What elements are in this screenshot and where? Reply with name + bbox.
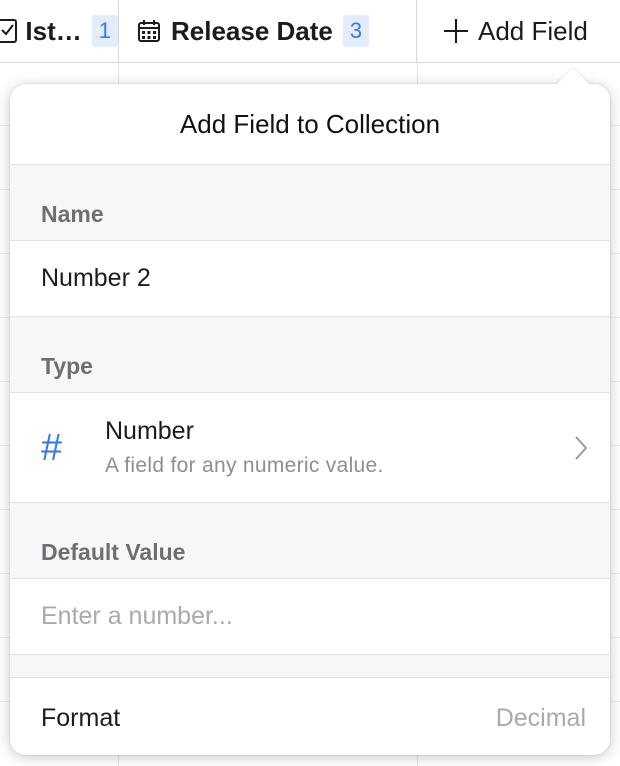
column-header-ist-label: Ist…: [25, 15, 82, 46]
popover-title: Add Field to Collection: [10, 84, 610, 165]
table-header-row: Ist… 1 Release Date 3 Add Field: [0, 0, 620, 63]
name-field-value[interactable]: Number 2: [41, 264, 151, 293]
add-field-popover: Add Field to Collection Name Number 2 Ty…: [10, 84, 610, 755]
column-header-ist-badge: 1: [91, 15, 118, 47]
format-row[interactable]: Format Decimal: [10, 678, 610, 755]
column-header-release-date[interactable]: Release Date 3: [119, 0, 417, 62]
type-title: Number: [105, 417, 194, 445]
column-header-release-date-label: Release Date: [171, 15, 333, 46]
type-section-label: Type: [10, 317, 610, 393]
chevron-right-icon: [574, 435, 588, 468]
format-value: Decimal: [495, 703, 586, 732]
type-description: A field for any numeric value.: [105, 454, 384, 477]
plus-icon: [442, 17, 470, 45]
name-field[interactable]: Number 2: [10, 241, 610, 317]
name-section-label: Name: [10, 165, 610, 241]
checkbox-icon: [0, 19, 18, 43]
add-field-button[interactable]: Add Field: [418, 0, 620, 62]
default-value-row: [10, 579, 610, 655]
section-spacer: [10, 655, 610, 678]
hash-icon: #: [41, 426, 63, 469]
calendar-icon: [137, 19, 161, 43]
add-field-label: Add Field: [478, 15, 588, 46]
type-selector[interactable]: # Number A field for any numeric value.: [10, 393, 610, 503]
default-value-input[interactable]: [41, 602, 561, 631]
column-header-ist[interactable]: Ist… 1: [0, 0, 119, 62]
default-value-section-label: Default Value: [10, 503, 610, 579]
column-header-release-date-badge: 3: [342, 15, 370, 47]
format-label: Format: [41, 703, 121, 732]
